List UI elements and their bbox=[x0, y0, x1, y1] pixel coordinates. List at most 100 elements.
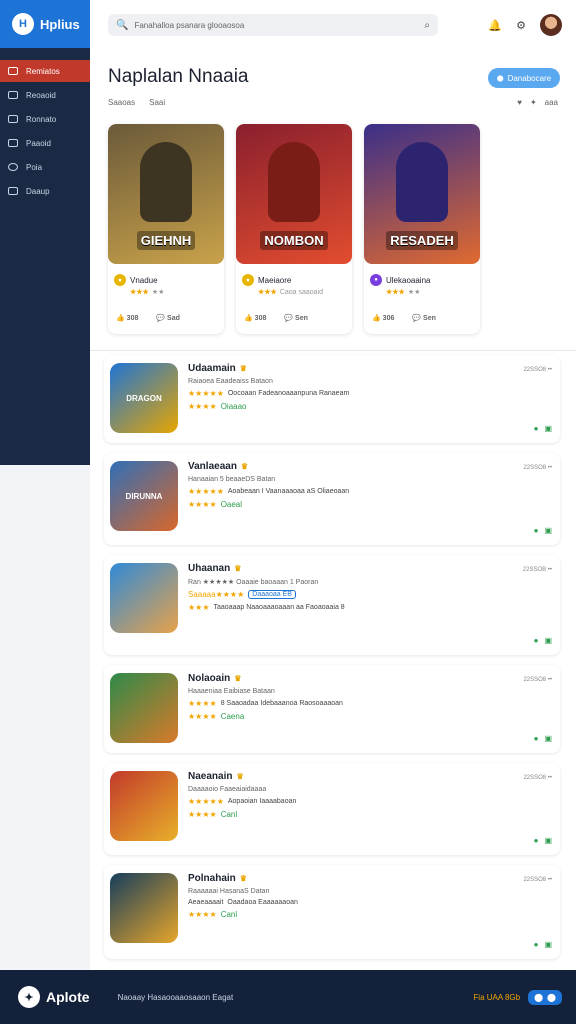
gamepad-icon bbox=[8, 67, 18, 75]
likes-count: 306 bbox=[382, 315, 395, 322]
footer-text: Naoaay Hasaooaaosaaon Eagat bbox=[117, 992, 234, 1002]
list-item[interactable]: Naeanain ♛ Daaaaoio Faaeaiaidaaaa ★★★★★ Ao… bbox=[104, 763, 560, 855]
search-input[interactable] bbox=[134, 20, 419, 30]
list-item[interactable]: Nolaoain ♛ Haaaeniaa Eaibiase Bataan ★★★★… bbox=[104, 665, 560, 753]
app-name: Vanlaeaan bbox=[188, 461, 237, 472]
app-icon bbox=[110, 771, 178, 841]
star-rating: ★★★★ bbox=[188, 910, 217, 919]
row-actions: ● ▣ bbox=[534, 526, 552, 535]
date-text: 22SSO8 bbox=[523, 877, 547, 883]
like-icon[interactable]: ● bbox=[534, 940, 539, 949]
like-icon[interactable]: ● bbox=[534, 836, 539, 845]
brand[interactable]: H Hplius bbox=[0, 0, 90, 48]
share-icon[interactable]: ▣ bbox=[544, 636, 552, 645]
app-date: 22SSO8 •• bbox=[523, 877, 552, 883]
star-rating: ★★★ bbox=[130, 289, 149, 296]
comments[interactable]: 💬 Sad bbox=[156, 314, 180, 322]
top-bar: 🔍 ⌕ 🔔 ⚙ bbox=[90, 0, 576, 50]
list-item[interactable]: Polnahain ♛ Raaaaaai HasanaS Datan Aeaeaa… bbox=[104, 865, 560, 959]
star-rating: ★★★ bbox=[258, 289, 277, 296]
row-actions: ● ▣ bbox=[534, 836, 552, 845]
settings-icon[interactable]: ⚙ bbox=[516, 19, 526, 32]
app-date: 22SSO8 •• bbox=[523, 367, 552, 373]
avatar[interactable] bbox=[540, 14, 562, 36]
app-name: Polnahain bbox=[188, 873, 236, 884]
sidebar-item-daaup[interactable]: Daaup bbox=[0, 180, 90, 202]
app-subtitle: Raaaaaai HasanaS Datan bbox=[188, 888, 270, 895]
crown-icon: ♛ bbox=[234, 674, 242, 683]
sub-item[interactable]: Saaoas bbox=[108, 98, 135, 107]
comments-label: Sen bbox=[295, 315, 308, 322]
featured-card[interactable]: NOMBON ★ Maeiaore ★★★ Caoa saaoaid 👍 308 💬 … bbox=[236, 124, 352, 334]
character-figure bbox=[396, 142, 448, 222]
sidebar-item-ronnato[interactable]: Ronnato bbox=[0, 108, 90, 130]
list-item[interactable]: DRAGON Udaamain ♛ Raiaoea Eaadeaiss Batao… bbox=[104, 355, 560, 443]
app-icon bbox=[110, 673, 178, 743]
primary-action-label: Danabocare bbox=[507, 73, 552, 83]
app-description: Taaoaaap Naaoaaaoaaan aa Faoaoaaia 8 bbox=[213, 604, 345, 611]
footer-pill[interactable]: ⬤ ⬤ bbox=[528, 989, 562, 1005]
share-icon[interactable]: ▣ bbox=[544, 734, 552, 743]
share-icon[interactable]: ▣ bbox=[544, 836, 552, 845]
featured-meta: ● Ulekaoaaina ★★★ ★★ 👍 306 💬 Sen bbox=[364, 264, 480, 322]
app-description: Oaadaoa Eaaaaaaoan bbox=[227, 899, 298, 906]
sidebar-item-poia[interactable]: Poia bbox=[0, 156, 90, 178]
comments-label: Sen bbox=[423, 315, 436, 322]
app-badge: Daaaoaa EB bbox=[248, 590, 296, 599]
bell-icon[interactable]: 🔔 bbox=[488, 19, 502, 32]
star-rating: Saaaaa★★★★ bbox=[188, 590, 245, 599]
footer-logo-icon: ✦ bbox=[18, 986, 40, 1008]
folder-icon bbox=[8, 187, 18, 195]
like-icon[interactable]: ● bbox=[534, 734, 539, 743]
like-icon[interactable]: ● bbox=[534, 636, 539, 645]
likes[interactable]: 👍 308 bbox=[116, 314, 138, 322]
app-icon: DIRUNNA bbox=[110, 461, 178, 531]
app-date: 22SSO8 •• bbox=[523, 775, 552, 781]
featured-card[interactable]: GIEHNH ★ Vnadue ★★★ ★★ 👍 308 💬 Sad bbox=[108, 124, 224, 334]
footer-right: Fia UAA 8Gb ⬤ ⬤ bbox=[473, 989, 562, 1005]
featured-rating: ★★★ ★★ bbox=[386, 288, 474, 296]
likes[interactable]: 👍 306 bbox=[372, 314, 394, 322]
app-subtitle: Raiaoea Eaadeaiss Bataon bbox=[188, 378, 273, 385]
likes[interactable]: 👍 308 bbox=[244, 314, 266, 322]
sidebar-item-reoaoid[interactable]: Reoaoid bbox=[0, 84, 90, 106]
sub-item[interactable]: Saai bbox=[149, 98, 165, 107]
list-item[interactable]: DIRUNNA Vanlaeaan ♛ Hanaaian 5 beaaeDS Ba… bbox=[104, 453, 560, 545]
app-icon: DRAGON bbox=[110, 363, 178, 433]
like-icon[interactable]: ● bbox=[534, 526, 539, 535]
search-icon: 🔍 bbox=[116, 19, 129, 31]
character-figure bbox=[268, 142, 320, 222]
sidebar-item-remiatos[interactable]: Remiatos bbox=[0, 60, 90, 82]
featured-rating: ★★★ Caoa saaoaid bbox=[258, 288, 346, 296]
app-subtitle: Ran ★★★★★ Oaaaie baoaaan 1 Paoran bbox=[188, 579, 319, 586]
featured-card[interactable]: RESADEH ● Ulekaoaaina ★★★ ★★ 👍 306 💬 Sen bbox=[364, 124, 480, 334]
like-icon[interactable]: ● bbox=[534, 424, 539, 433]
heart-icon[interactable]: ♥ bbox=[517, 98, 522, 107]
brand-logo-icon: H bbox=[12, 13, 34, 35]
featured-meta: ★ Vnadue ★★★ ★★ 👍 308 💬 Sad bbox=[108, 264, 224, 322]
row-actions: ● ▣ bbox=[534, 734, 552, 743]
featured-image: NOMBON bbox=[236, 124, 352, 264]
search-submit-icon[interactable]: ⌕ bbox=[424, 20, 430, 31]
sidebar-item-paaoid[interactable]: Paaoid bbox=[0, 132, 90, 154]
list-item[interactable]: Uhaanan ♛ Ran ★★★★★ Oaaaie baoaaan 1 Paor… bbox=[104, 555, 560, 655]
footer-logo[interactable]: ✦ Aplote bbox=[18, 986, 90, 1008]
share-icon[interactable]: ▣ bbox=[544, 940, 552, 949]
sub-item[interactable]: aaa bbox=[545, 98, 558, 107]
share-icon[interactable]: ▣ bbox=[544, 526, 552, 535]
store-icon: ⬤ bbox=[534, 992, 544, 1002]
row-actions: ● ▣ bbox=[534, 636, 552, 645]
comments[interactable]: 💬 Sen bbox=[284, 314, 308, 322]
crown-icon: ♛ bbox=[234, 564, 242, 573]
app-subtitle: Haaaeniaa Eaibiase Bataan bbox=[188, 688, 275, 695]
app-name: Udaamain bbox=[188, 363, 236, 374]
featured-banner: NOMBON bbox=[260, 231, 328, 250]
comments[interactable]: 💬 Sen bbox=[412, 314, 436, 322]
page-title: Naplalan Nnaaia bbox=[108, 66, 249, 87]
star-rating: ★★★★★ bbox=[188, 389, 224, 398]
primary-action-button[interactable]: ⬤ Danabocare bbox=[488, 68, 560, 88]
share-icon[interactable]: ▣ bbox=[544, 424, 552, 433]
sparkle-icon[interactable]: ✦ bbox=[530, 98, 537, 107]
coin-icon: ★ bbox=[242, 274, 254, 286]
date-text: 22SSOB bbox=[522, 567, 547, 573]
